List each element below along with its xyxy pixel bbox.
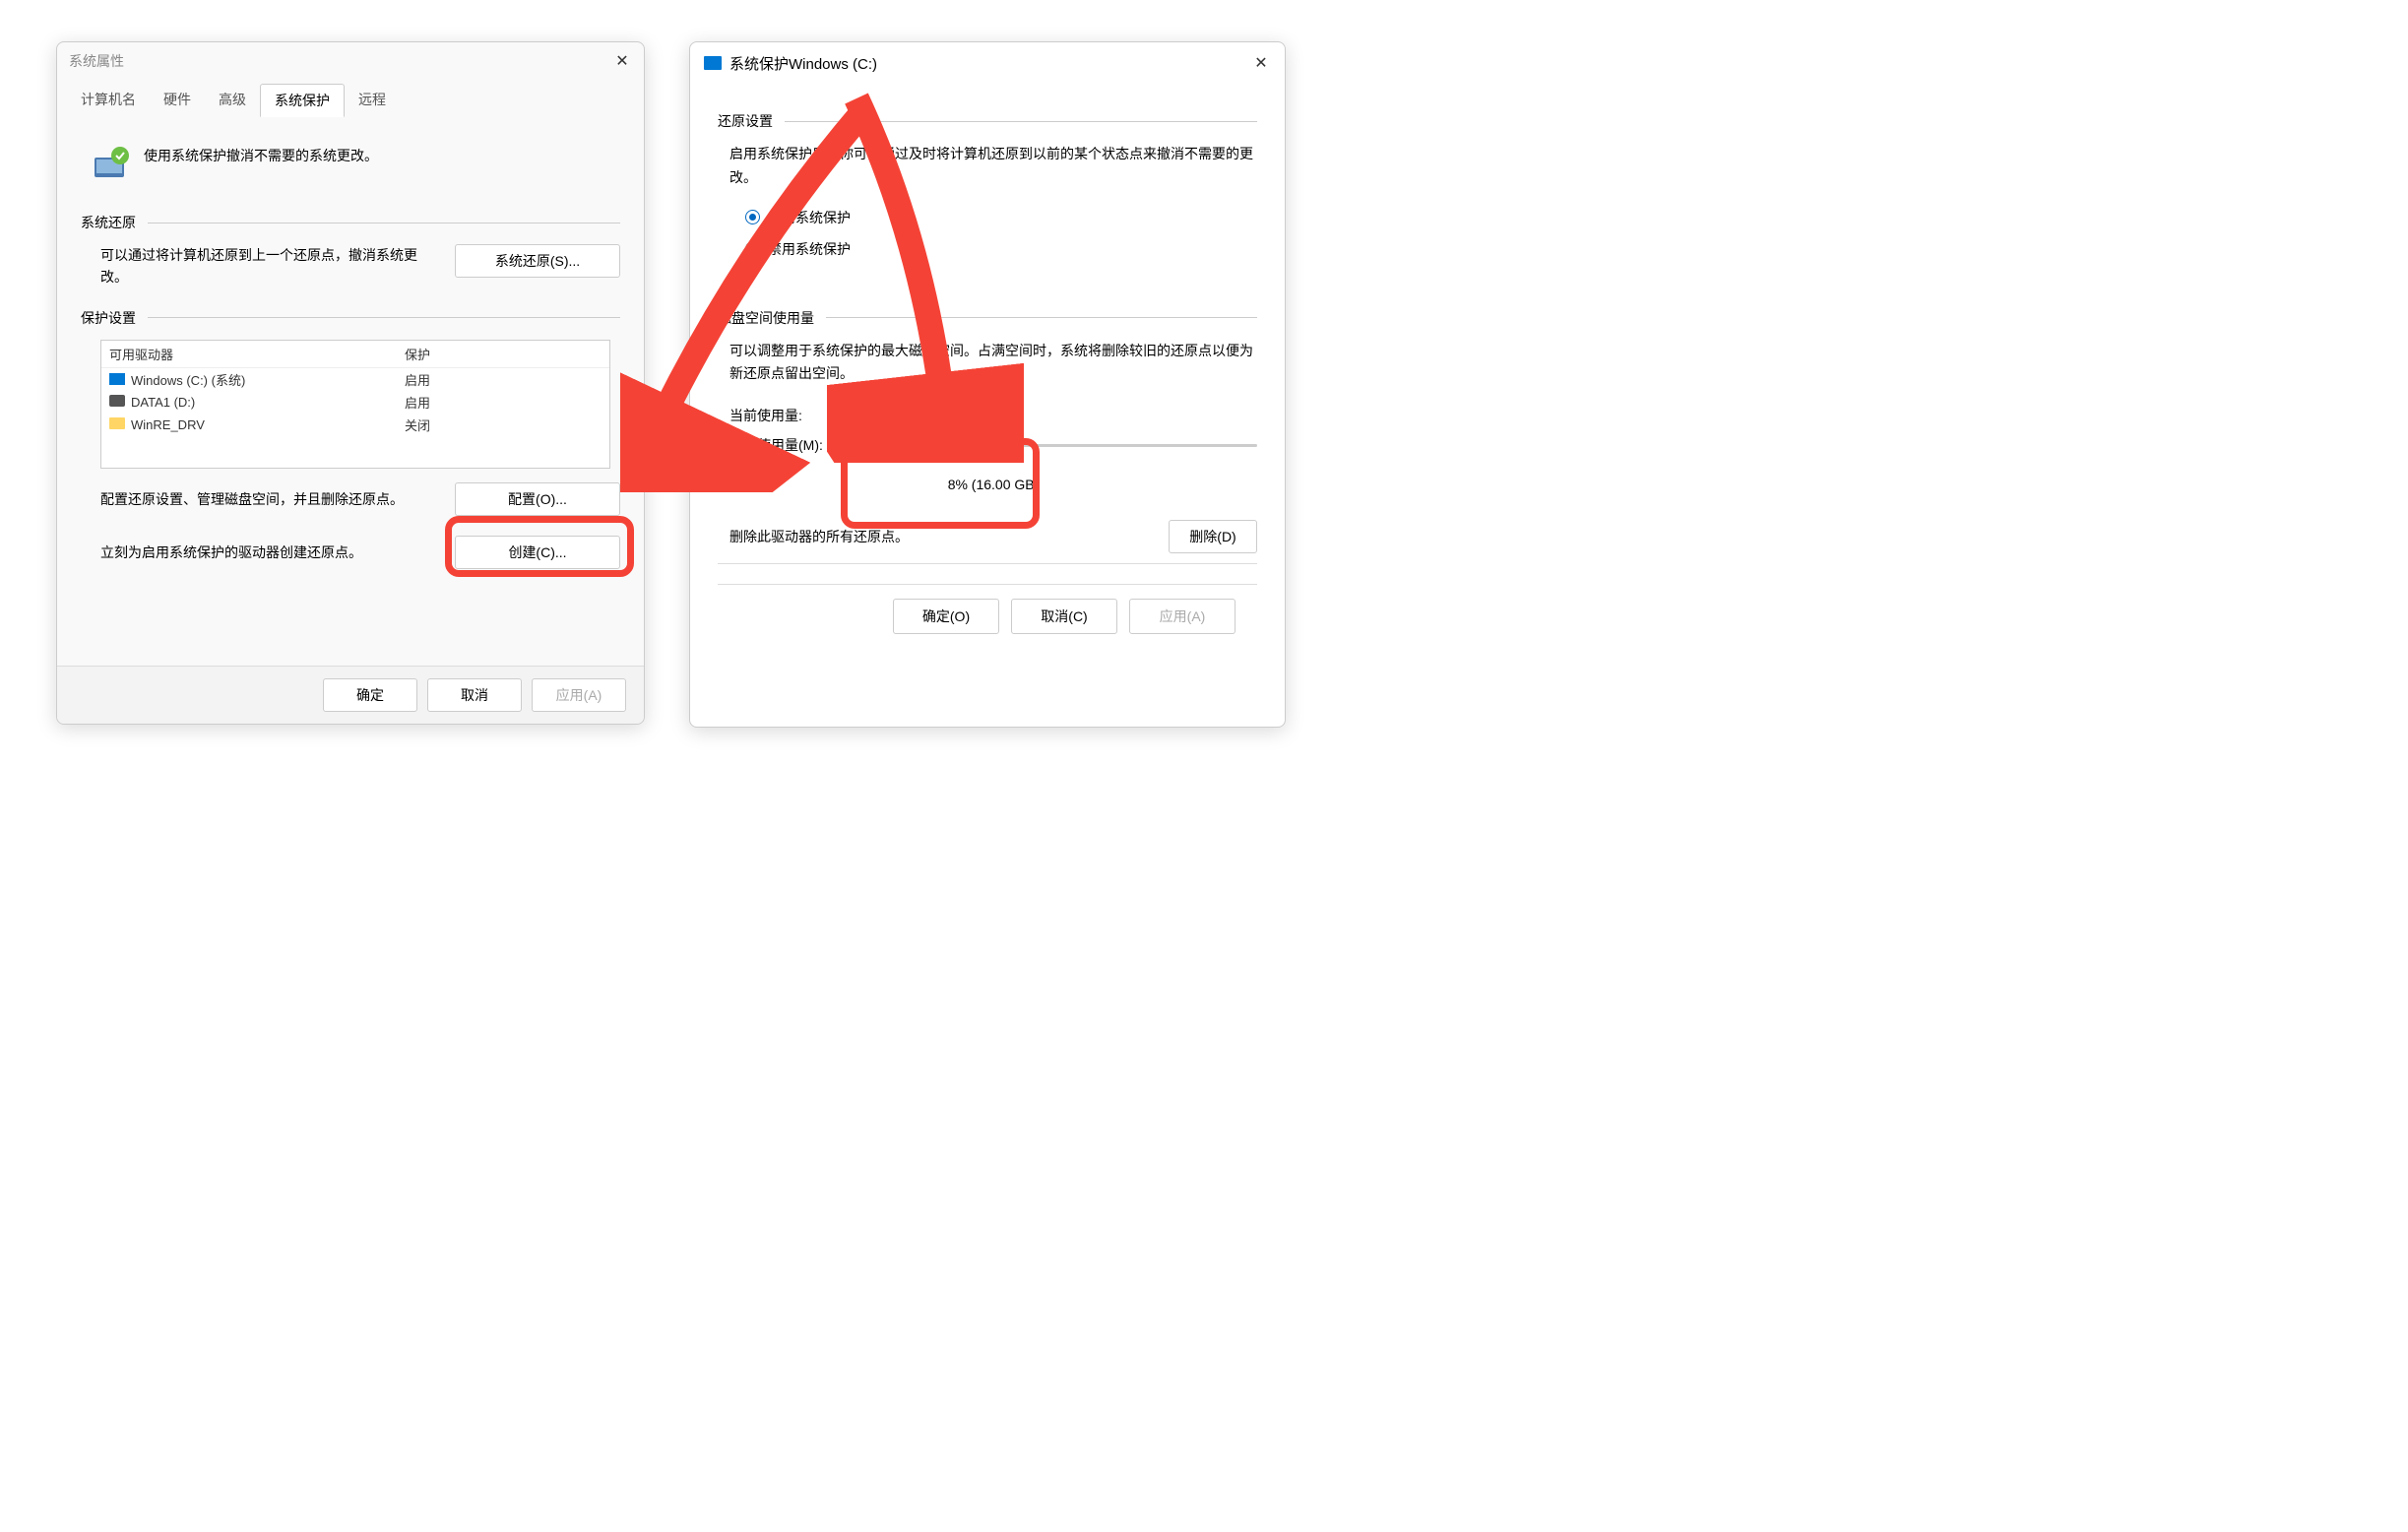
tab-bar: 计算机名 硬件 高级 系统保护 远程 (57, 84, 644, 118)
current-usage-value: 1.98 GB (857, 408, 908, 423)
drive-icon (704, 56, 722, 70)
restore-description: 可以通过将计算机还原到上一个还原点，撤消系统更改。 (100, 244, 435, 288)
section-disk-usage: 磁盘空间使用量 (718, 308, 814, 328)
configure-button[interactable]: 配置(O)... (455, 482, 620, 516)
table-row[interactable]: Windows (C:) (系统) 启用 (101, 368, 609, 391)
configure-description: 配置还原设置、管理磁盘空间，并且删除还原点。 (100, 489, 441, 509)
table-row[interactable]: DATA1 (D:) 启用 (101, 391, 609, 414)
close-icon[interactable]: ✕ (612, 51, 632, 71)
tab-system-protection[interactable]: 系统保护 (260, 84, 345, 117)
system-protection-config-dialog: 系统保护Windows (C:) ✕ 还原设置 启用系统保护后，你可以通过及时将… (689, 41, 1286, 728)
radio-icon (745, 241, 760, 256)
content-area: 使用系统保护撤消不需要的系统更改。 系统还原 可以通过将计算机还原到上一个还原点… (57, 118, 644, 605)
radio-disable-protection[interactable]: 禁用系统保护 (745, 239, 1257, 259)
windows-drive-icon (109, 373, 125, 385)
ok-button[interactable]: 确定(O) (893, 599, 999, 634)
shield-icon (91, 144, 130, 183)
folder-icon (109, 417, 125, 429)
divider (148, 317, 620, 318)
info-text: 使用系统保护撤消不需要的系统更改。 (144, 144, 378, 165)
tab-advanced[interactable]: 高级 (205, 84, 260, 117)
close-icon[interactable]: ✕ (1251, 53, 1271, 73)
slider-percentage: 8% (16.00 GB) (729, 477, 1257, 492)
create-button[interactable]: 创建(C)... (455, 536, 620, 569)
table-row[interactable]: WinRE_DRV 关闭 (101, 414, 609, 436)
ok-button[interactable]: 确定 (323, 678, 417, 712)
titlebar: 系统保护Windows (C:) ✕ (690, 42, 1285, 84)
delete-description: 删除此驱动器的所有还原点。 (729, 527, 1149, 546)
hdd-icon (109, 395, 125, 407)
cancel-button[interactable]: 取消 (427, 678, 522, 712)
current-usage-label: 当前使用量: (729, 406, 857, 425)
table-header-drive: 可用驱动器 (109, 345, 405, 363)
section-restore-settings: 还原设置 (718, 111, 773, 131)
radio-enable-protection[interactable]: 启用系统保护 (745, 208, 1257, 227)
delete-button[interactable]: 删除(D) (1169, 520, 1257, 553)
divider (718, 563, 1257, 564)
tab-hardware[interactable]: 硬件 (150, 84, 205, 117)
window-title: 系统保护Windows (C:) (729, 53, 1251, 74)
tab-computer-name[interactable]: 计算机名 (67, 84, 150, 117)
usage-info: 当前使用量: 1.98 GB 最大使用量(M): 8% (16.00 GB) (729, 406, 1257, 492)
create-description: 立刻为启用系统保护的驱动器创建还原点。 (100, 543, 441, 562)
disk-usage-description: 可以调整用于系统保护的最大磁盘空间。占满空间时，系统将删除较旧的还原点以便为新还… (729, 340, 1257, 387)
max-usage-slider[interactable] (857, 444, 1257, 447)
drive-table: 可用驱动器 保护 Windows (C:) (系统) 启用 DATA1 (D:)… (100, 340, 610, 469)
slider-thumb-icon[interactable] (883, 436, 895, 456)
max-usage-label: 最大使用量(M): (729, 435, 857, 455)
system-properties-dialog: 系统属性 ✕ 计算机名 硬件 高级 系统保护 远程 使用系统保护撤消不需要的系统… (56, 41, 645, 725)
divider (785, 121, 1257, 122)
apply-button[interactable]: 应用(A) (1129, 599, 1236, 634)
titlebar: 系统属性 ✕ (57, 42, 644, 80)
section-restore-title: 系统还原 (81, 213, 136, 232)
cancel-button[interactable]: 取消(C) (1011, 599, 1117, 634)
restore-settings-description: 启用系统保护后，你可以通过及时将计算机还原到以前的某个状态点来撤消不需要的更改。 (729, 143, 1257, 190)
window-title: 系统属性 (69, 51, 612, 71)
dialog-footer: 确定 取消 应用(A) (57, 666, 644, 724)
protection-radio-group: 启用系统保护 禁用系统保护 (745, 208, 1257, 259)
divider (826, 317, 1257, 318)
system-restore-button[interactable]: 系统还原(S)... (455, 244, 620, 278)
radio-icon (745, 210, 760, 224)
table-header-protection: 保护 (405, 345, 523, 363)
tab-remote[interactable]: 远程 (345, 84, 400, 117)
content-area: 还原设置 启用系统保护后，你可以通过及时将计算机还原到以前的某个状态点来撤消不需… (690, 84, 1285, 648)
apply-button[interactable]: 应用(A) (532, 678, 626, 712)
dialog-footer: 确定(O) 取消(C) 应用(A) (718, 584, 1257, 648)
section-settings-title: 保护设置 (81, 308, 136, 328)
